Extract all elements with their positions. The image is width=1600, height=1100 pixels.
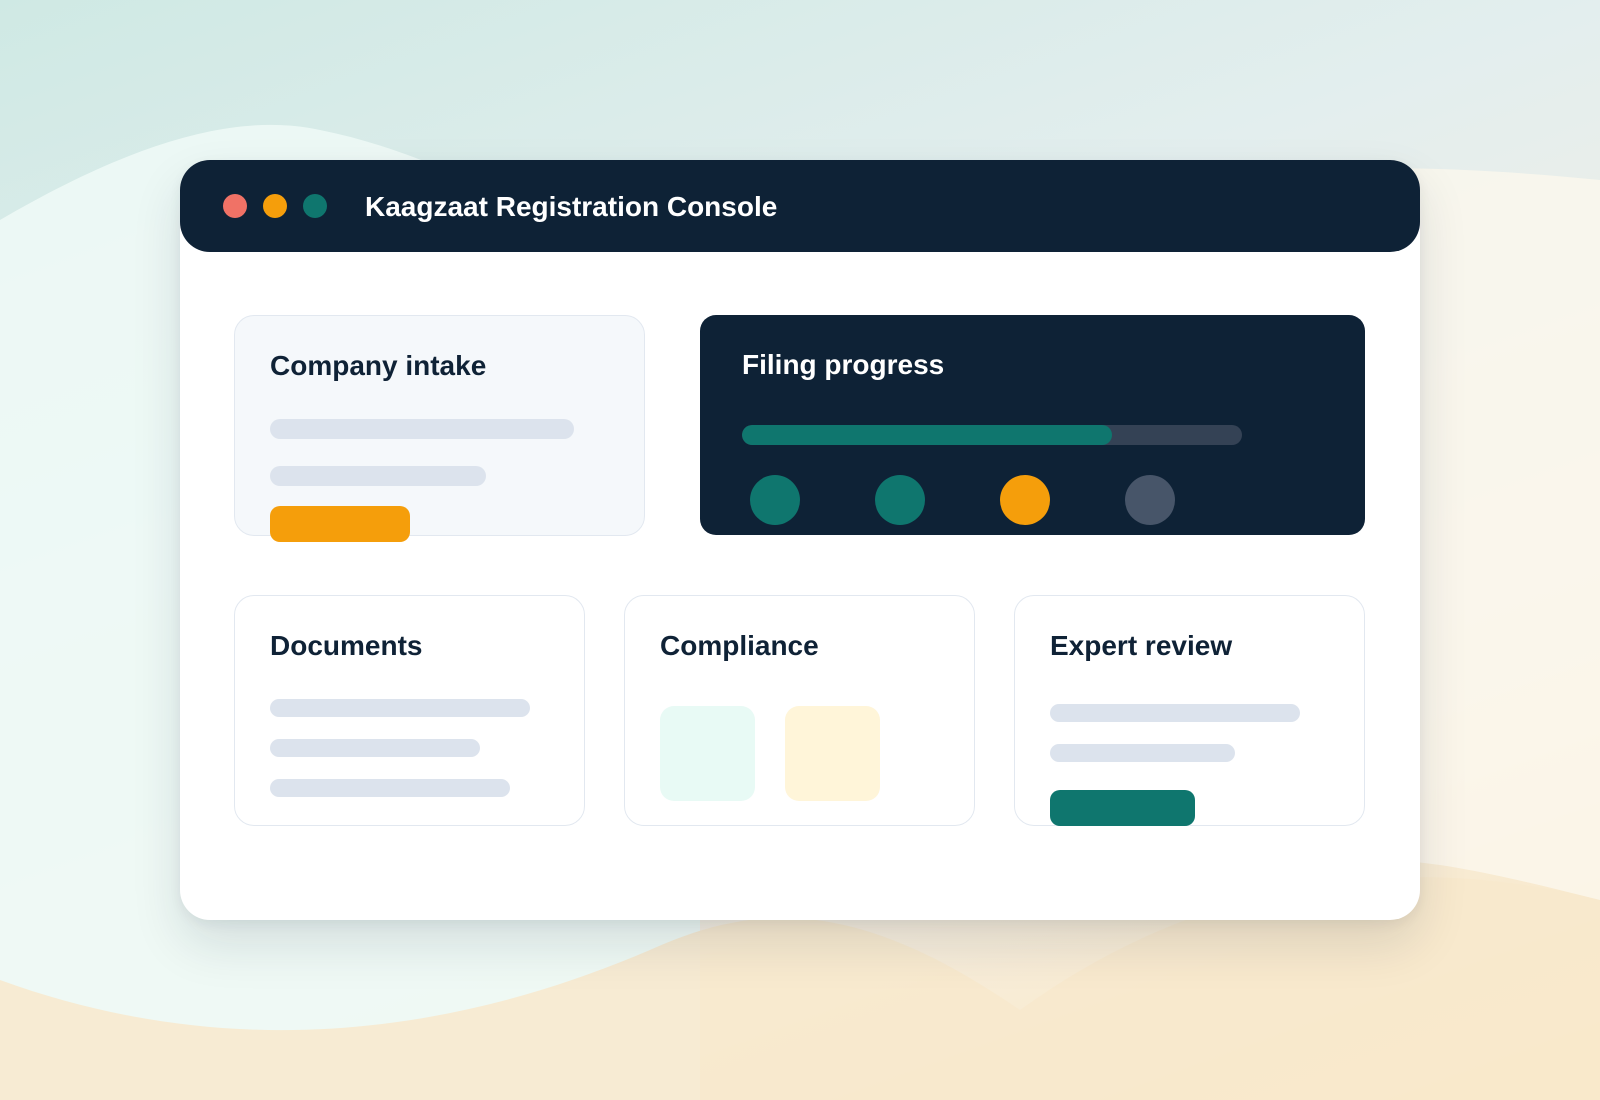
placeholder-line [270, 466, 486, 486]
placeholder-line [1050, 744, 1235, 762]
intake-action-button[interactable] [270, 506, 410, 542]
compliance-status-tile[interactable] [660, 706, 755, 801]
progress-step-3[interactable] [1000, 475, 1050, 525]
placeholder-line [270, 699, 530, 717]
placeholder-line [270, 779, 510, 797]
compliance-status-tile[interactable] [785, 706, 880, 801]
expert-review-title: Expert review [1050, 630, 1233, 661]
minimize-window-dot[interactable] [263, 194, 287, 218]
company-intake-title: Company intake [270, 350, 487, 381]
compliance-title: Compliance [660, 630, 819, 661]
expert-review-button[interactable] [1050, 790, 1195, 826]
expert-review-card: Expert review [1014, 595, 1365, 826]
close-window-dot[interactable] [223, 194, 247, 218]
placeholder-line [270, 739, 480, 757]
title-bar: Kaagzaat Registration Console [180, 160, 1420, 252]
console-window: Kaagzaat Registration Console Company in… [180, 160, 1420, 920]
maximize-window-dot[interactable] [303, 194, 327, 218]
placeholder-line [270, 419, 574, 439]
documents-title: Documents [270, 630, 423, 661]
placeholder-line [1050, 704, 1300, 722]
progress-track [742, 425, 1242, 445]
company-intake-card: Company intake [234, 315, 645, 542]
progress-step-2[interactable] [875, 475, 925, 525]
progress-fill [742, 425, 1112, 445]
app-title: Kaagzaat Registration Console [365, 191, 778, 222]
progress-step-4[interactable] [1125, 475, 1175, 525]
progress-step-1[interactable] [750, 475, 800, 525]
filing-progress-title: Filing progress [742, 349, 945, 380]
filing-progress-card: Filing progress [700, 315, 1365, 535]
compliance-card: Compliance [624, 595, 975, 826]
documents-card: Documents [234, 595, 585, 826]
